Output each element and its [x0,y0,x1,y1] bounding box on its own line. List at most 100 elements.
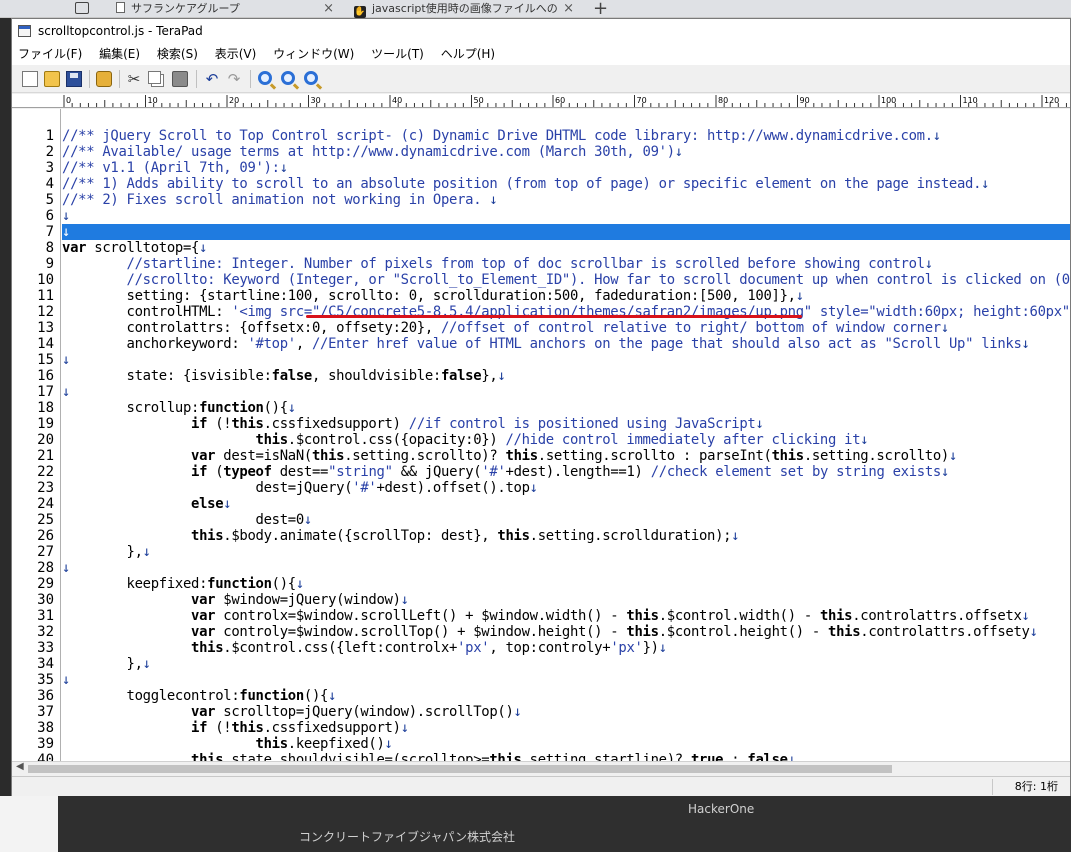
menu-file[interactable]: ファイル(F) [18,47,82,61]
code-token: ↓ [940,320,949,336]
code-line[interactable]: //** jQuery Scroll to Top Control script… [62,128,1070,144]
code-line[interactable]: ↓ [62,560,1070,576]
code-token: //** v1.1 (April 7th, 09'): [62,160,280,176]
code-line[interactable]: this.$control.css({left:controlx+'px', t… [62,640,1070,656]
code-token: this [819,608,853,624]
code-token: ↓ [755,416,764,432]
code-line[interactable]: //startline: Integer. Number of pixels f… [62,256,1070,272]
code-line[interactable]: togglecontrol:function(){↓ [62,688,1070,704]
code-line[interactable]: },↓ [62,656,1070,672]
menu-window[interactable]: ウィンドウ(W) [273,47,354,61]
undo-icon[interactable]: ↶ [204,71,220,87]
code-token: ↓ [62,672,71,688]
code-line[interactable]: this.state.shouldvisible=(scrolltop>=thi… [62,752,1070,761]
new-tab-icon[interactable]: + [593,0,608,19]
scroll-left-icon[interactable]: ◀ [16,761,24,772]
code-token: ↓ [674,144,683,160]
code-line[interactable]: var scrolltop=jQuery(window).scrollTop()… [62,704,1070,720]
code-line[interactable]: this.$control.css({opacity:0}) //hide co… [62,432,1070,448]
code-line[interactable]: ↓ [62,672,1070,688]
close-icon[interactable]: × [323,0,334,17]
code-line[interactable]: this.$body.animate({scrollTop: dest}, th… [62,528,1070,544]
code-token: this [626,624,659,640]
code-line[interactable]: if (!this.cssfixedsupport) //if control … [62,416,1070,432]
paste-icon[interactable] [172,71,188,87]
code-line[interactable]: else↓ [62,496,1070,512]
code-token: ↓ [328,688,337,704]
ruler-label: 50 [474,96,484,105]
redo-icon[interactable]: ↷ [226,71,242,87]
code-line[interactable]: ↓ [62,384,1070,400]
line-number: 5 [45,192,54,208]
code-line[interactable]: if (!this.cssfixedsupport)↓ [62,720,1070,736]
menu-search[interactable]: 検索(S) [157,47,198,61]
code-line[interactable]: this.keepfixed()↓ [62,736,1070,752]
code-line[interactable]: //** 2) Fixes scroll animation not worki… [62,192,1070,208]
code-token: .setting.scrollto) [803,448,949,464]
code-line[interactable]: //** v1.1 (April 7th, 09'):↓ [62,160,1070,176]
ruler-label: 120 [1044,96,1059,105]
scrollbar-thumb[interactable] [28,765,892,773]
menu-tools[interactable]: ツール(T) [371,47,424,61]
find-icon[interactable] [258,71,272,85]
code-line[interactable]: controlattrs: {offsetx:0, offsety:20}, /… [62,320,1070,336]
code-token: ↓ [1021,336,1030,352]
code-line[interactable]: if (typeof dest=="string" && jQuery('#'+… [62,464,1070,480]
line-number: 36 [37,688,54,704]
code-line[interactable]: },↓ [62,544,1070,560]
code-token: (! [207,720,232,736]
save-icon[interactable] [66,71,82,87]
code-token: controly=$window.scrollTop() + $window.h… [215,624,627,640]
code-line[interactable]: //** Available/ usage terms at http://ww… [62,144,1070,160]
line-number: 35 [37,672,54,688]
new-file-icon[interactable] [22,71,38,87]
code-line[interactable]: setting: {startline:100, scrollto: 0, sc… [62,288,1070,304]
menu-view[interactable]: 表示(V) [215,47,257,61]
code-editor[interactable]: 1 2 3 4 5 6 7 8 9 10 11 12 13 14 15 16 17 18 19 20 21 22 23 24 2… [12,109,1070,761]
code-token: //hide control immediately after clickin… [505,432,861,448]
find-next-icon[interactable] [281,71,295,85]
code-line[interactable]: ↓ [62,352,1070,368]
window-icon[interactable] [75,2,89,14]
code-line[interactable]: var $window=jQuery(window)↓ [62,592,1070,608]
code-line[interactable]: var scrolltotop={↓ [62,240,1070,256]
code-line[interactable]: var controlx=$window.scrollLeft() + $win… [62,608,1070,624]
code-token: ↓ [658,640,667,656]
code-line[interactable]: ↓ [62,208,1070,224]
line-number: 11 [37,288,54,304]
code-token: this [626,608,659,624]
open-folder-icon[interactable] [44,71,60,87]
code-line[interactable]: dest=0↓ [62,512,1070,528]
code-line[interactable]: var dest=isNaN(this.setting.scrollto)? t… [62,448,1070,464]
terapad-window: scrolltopcontrol.js - TeraPad ファイル(F) 編集… [11,18,1071,796]
print-icon[interactable] [96,71,112,87]
line-number: 6 [45,208,54,224]
browser-tab-javascript[interactable]: ✋ javascript使用時の画像ファイルへの × [354,0,580,18]
code-line[interactable]: dest=jQuery('#'+dest).offset().top↓ [62,480,1070,496]
browser-tab-safran[interactable]: サフランケアグループ × [116,0,340,18]
menu-edit[interactable]: 編集(E) [99,47,140,61]
cut-icon[interactable]: ✂ [126,71,142,87]
code-line[interactable]: scrollup:function(){↓ [62,400,1070,416]
close-icon[interactable]: × [563,0,574,17]
code-token: ↓ [279,160,288,176]
code-line[interactable]: state: {isvisible:false, shouldvisible:f… [62,368,1070,384]
horizontal-scrollbar[interactable]: ◀ [12,761,1070,775]
line-number: 1 [45,128,54,144]
menu-help[interactable]: ヘルプ(H) [441,47,495,61]
code-line[interactable]: keepfixed:function(){↓ [62,576,1070,592]
find-prev-icon[interactable] [304,71,318,85]
code-line[interactable]: anchorkeyword: '#top', //Enter href valu… [62,336,1070,352]
code-line[interactable]: //scrollto: Keyword (Integer, or "Scroll… [62,272,1071,288]
code-token: .$control.css({opacity:0}) [287,432,506,448]
code-line[interactable]: var controly=$window.scrollTop() + $wind… [62,624,1070,640]
copy-icon[interactable] [148,71,161,84]
code-line[interactable]: ↓ [62,224,1070,240]
code-token: scrolltotop={ [86,240,200,256]
code-token: //** jQuery Scroll to Top Control script… [62,128,933,144]
code-line[interactable]: //** 1) Adds ability to scroll to an abs… [62,176,1070,192]
hackerone-link[interactable]: HackerOne [688,802,754,816]
line-number: 29 [37,576,54,592]
title-bar: scrolltopcontrol.js - TeraPad [12,19,1070,43]
